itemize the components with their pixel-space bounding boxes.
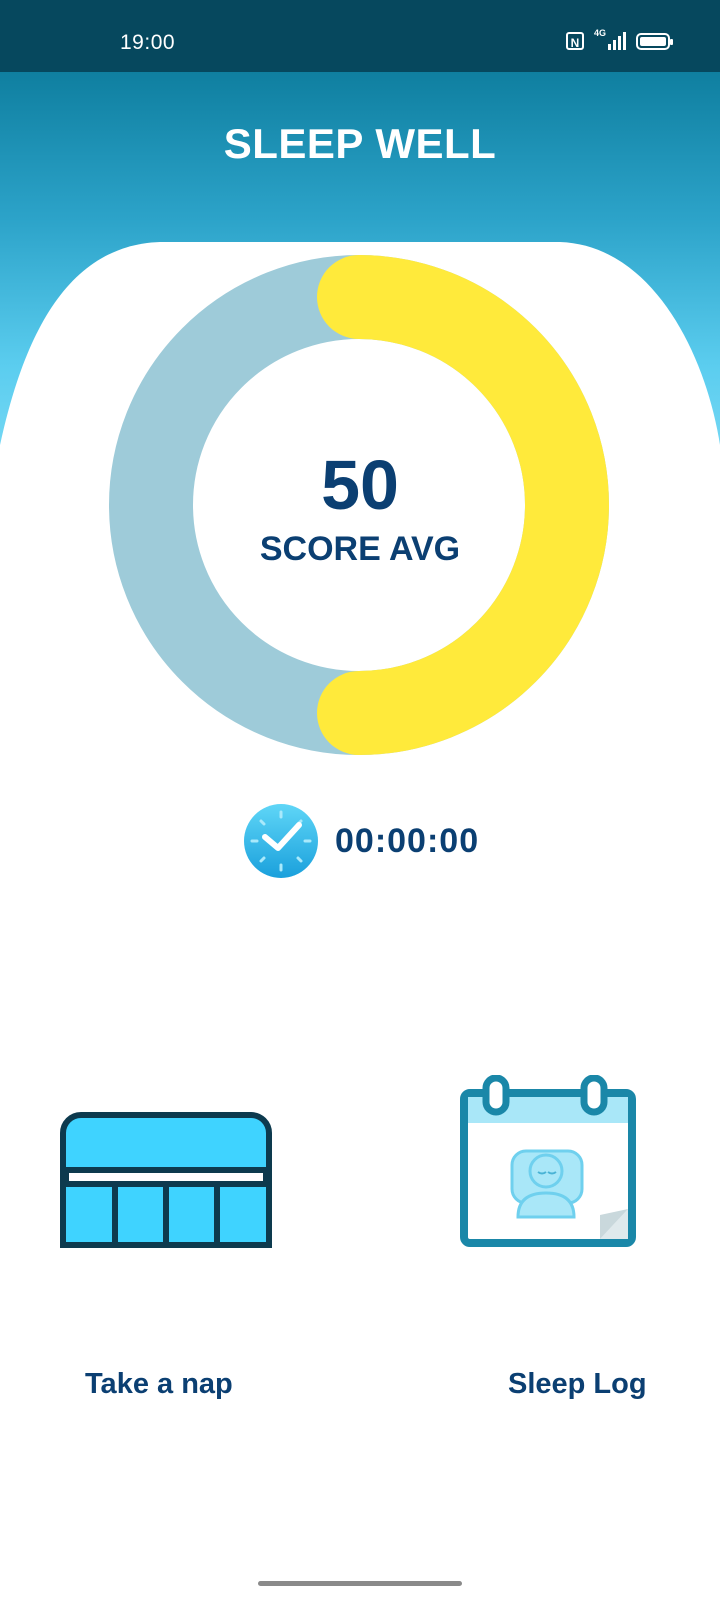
battery-icon [636,32,673,50]
status-icons: N 4G [566,28,673,50]
score-value: 50 [321,446,399,524]
nfc-icon: N [566,32,584,50]
timer-value: 00:00:00 [335,821,480,860]
sleep-log-label: Sleep Log [508,1368,647,1400]
clock-icon [244,804,318,878]
take-a-nap-button[interactable]: Take a nap [55,1100,275,1400]
page-title: SLEEP WELL [223,120,497,167]
signal-icon: 4G [594,28,626,50]
sleep-calendar-icon [460,1075,636,1247]
score-label: SCORE AVG [259,530,461,568]
sleep-log-button[interactable]: Sleep Log [455,1075,655,1400]
status-bar: 19:00 N 4G [0,0,720,72]
network-type: 4G [594,28,607,38]
timer-row: 00:00:00 [243,803,479,879]
take-a-nap-label: Take a nap [85,1368,233,1400]
status-time: 19:00 [120,31,176,54]
bed-icon [60,1112,272,1248]
home-indicator[interactable] [258,1581,462,1586]
